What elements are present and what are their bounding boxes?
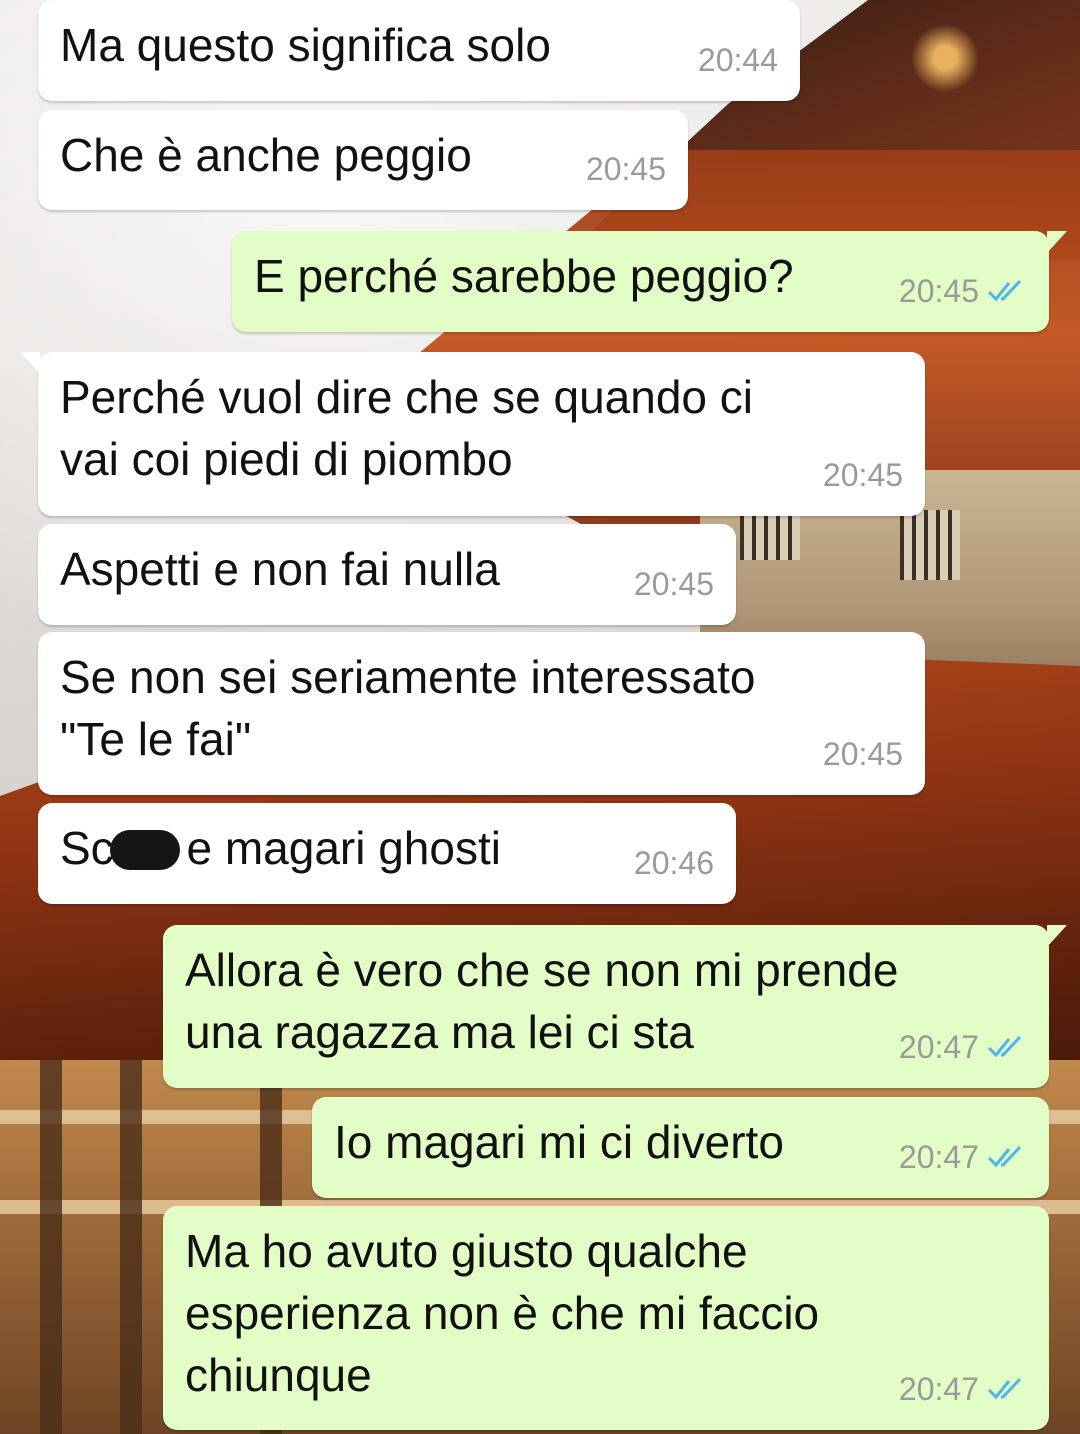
- message-meta: 20:46: [634, 832, 714, 894]
- message-bubble-outgoing[interactable]: Allora è vero che se non mi prende una r…: [163, 925, 1067, 1088]
- message-text-after: e magari ghosti: [173, 822, 501, 874]
- double-check-icon: [987, 1145, 1022, 1168]
- message-bubble-incoming[interactable]: Che è anche peggio 20:45: [38, 110, 688, 210]
- message-time: 20:44: [697, 42, 778, 78]
- message-time: 20:47: [898, 1029, 979, 1065]
- message-time: 20:46: [633, 845, 714, 881]
- message-bubble-outgoing[interactable]: Ma ho avuto giusto qualche esperienza no…: [163, 1206, 1049, 1430]
- message-meta: 20:45: [634, 553, 714, 615]
- message-meta: 20:45: [586, 138, 666, 200]
- message-text-before: Sc: [60, 822, 114, 874]
- message-bubble-incoming[interactable]: Se non sei seriamente interessato "Te le…: [38, 632, 925, 795]
- message-bubble-outgoing[interactable]: E perché sarebbe peggio? 20:45: [232, 231, 1067, 332]
- message-text: Perché vuol dire che se quando ci vai co…: [60, 371, 753, 485]
- message-text: Che è anche peggio: [60, 129, 472, 181]
- message-text: Sc e magari ghosti: [60, 817, 714, 879]
- double-check-icon: [987, 1377, 1022, 1400]
- message-time: 20:47: [898, 1139, 979, 1175]
- message-bubble-incoming[interactable]: Sc e magari ghosti 20:46: [38, 803, 736, 904]
- message-meta: 20:45: [823, 723, 903, 785]
- double-check-icon: [987, 1035, 1022, 1058]
- message-meta: 20:45: [823, 444, 903, 506]
- message-meta: 20:47: [899, 1358, 1027, 1420]
- message-time: 20:47: [898, 1371, 979, 1407]
- double-check-icon: [987, 279, 1022, 302]
- message-time: 20:45: [585, 151, 666, 187]
- message-bubble-incoming[interactable]: Aspetti e non fai nulla 20:45: [38, 524, 736, 625]
- message-bubble-outgoing[interactable]: Io magari mi ci diverto 20:47: [312, 1097, 1049, 1198]
- message-text: Ma questo significa solo: [60, 19, 551, 71]
- redaction-mark: [109, 830, 180, 870]
- chat-message-list[interactable]: Ma questo significa solo 20:44 Che è anc…: [0, 0, 1080, 1434]
- message-meta: 20:47: [899, 1016, 1027, 1078]
- message-text: Aspetti e non fai nulla: [60, 543, 500, 595]
- message-meta: 20:47: [899, 1126, 1027, 1188]
- message-text: Se non sei seriamente interessato "Te le…: [60, 651, 756, 765]
- message-time: 20:45: [822, 736, 903, 772]
- message-meta: 20:44: [698, 29, 778, 91]
- message-time: 20:45: [898, 273, 979, 309]
- message-time: 20:45: [633, 566, 714, 602]
- message-bubble-incoming[interactable]: Ma questo significa solo 20:44: [38, 0, 800, 101]
- message-time: 20:45: [822, 457, 903, 493]
- message-bubble-incoming[interactable]: Perché vuol dire che se quando ci vai co…: [20, 352, 925, 516]
- message-meta: 20:45: [899, 260, 1027, 322]
